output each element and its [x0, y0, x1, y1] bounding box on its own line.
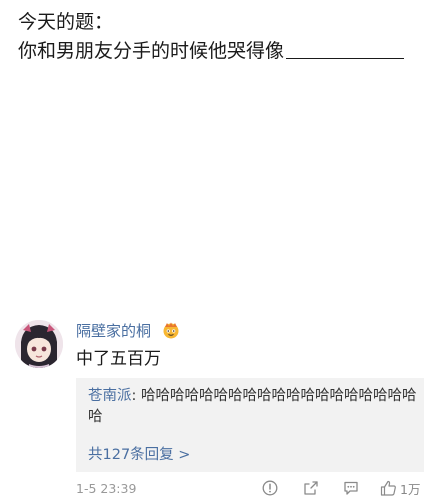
vip-badge-icon [163, 322, 179, 339]
comment-icon [344, 481, 358, 495]
reply-item: 苍南派: 哈哈哈哈哈哈哈哈哈哈哈哈哈哈哈哈哈哈哈哈 [88, 386, 418, 428]
post-line-1: 今天的题： [18, 11, 114, 33]
report-button[interactable] [262, 478, 278, 498]
comment-reply-button[interactable] [343, 478, 359, 498]
reply-username[interactable]: 苍南派 [88, 388, 132, 404]
comment-timestamp: 1-5 23:39 [76, 481, 137, 496]
share-icon [304, 481, 318, 495]
comment-text: 中了五百万 [76, 349, 161, 369]
like-button[interactable]: 1万 [380, 478, 420, 498]
fill-in-blank [286, 40, 405, 59]
post-question-text: 你和男朋友分手的时候他哭得像 [18, 40, 285, 62]
thumbs-up-icon [380, 480, 396, 496]
view-more-replies-link[interactable]: 共127条回复 > [88, 443, 190, 464]
reply-box[interactable]: 苍南派: 哈哈哈哈哈哈哈哈哈哈哈哈哈哈哈哈哈哈哈哈 共127条回复 > [76, 378, 424, 472]
post-line-2: 你和男朋友分手的时候他哭得像 [18, 37, 428, 66]
like-count: 1万 [400, 481, 421, 497]
post-content: 今天的题： 你和男朋友分手的时候他哭得像 [18, 8, 428, 66]
avatar[interactable] [15, 320, 63, 368]
comment-username[interactable]: 隔壁家的桐 [76, 320, 151, 341]
comment-footer: 1-5 23:39 1万 [0, 478, 440, 498]
anime-avatar-icon [15, 320, 63, 368]
report-icon [262, 480, 278, 496]
reply-separator: : [131, 388, 141, 404]
share-button[interactable] [303, 478, 319, 498]
